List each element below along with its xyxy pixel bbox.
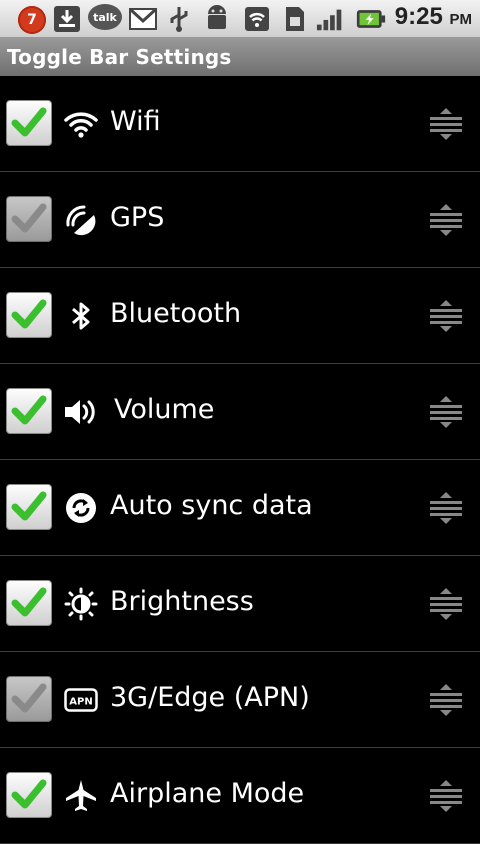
- checkbox[interactable]: [6, 772, 52, 818]
- notification-badge-icon[interactable]: 7: [18, 6, 46, 34]
- battery-charging-icon: [356, 4, 386, 34]
- item-label: 3G/Edge (APN): [110, 682, 310, 713]
- page-title: Toggle Bar Settings: [7, 45, 232, 69]
- sim-icon: [280, 4, 310, 34]
- drag-handle-icon[interactable]: [428, 298, 464, 334]
- brightness-icon: [62, 586, 100, 622]
- checkbox[interactable]: [6, 292, 52, 338]
- title-bar: Toggle Bar Settings: [0, 38, 480, 76]
- toggle-list: Wifi GPS Bluetooth Volume Auto sync data…: [0, 76, 480, 844]
- list-item[interactable]: Brightness: [0, 556, 480, 652]
- checkbox[interactable]: [6, 196, 52, 242]
- list-item[interactable]: Volume: [0, 364, 480, 460]
- item-label: Bluetooth: [110, 298, 242, 329]
- android-debug-icon: [202, 4, 232, 34]
- gps-icon: [62, 202, 100, 238]
- list-item[interactable]: Wifi: [0, 76, 480, 172]
- item-label: Airplane Mode: [110, 778, 305, 809]
- bluetooth-icon: [62, 298, 100, 334]
- list-item[interactable]: APN 3G/Edge (APN): [0, 652, 480, 748]
- gmail-icon: [128, 4, 158, 34]
- drag-handle-icon[interactable]: [428, 586, 464, 622]
- item-label: Auto sync data: [110, 490, 313, 521]
- checkbox[interactable]: [6, 100, 52, 146]
- checkbox[interactable]: [6, 580, 52, 626]
- item-label: Volume: [114, 394, 215, 425]
- talk-icon: talk: [88, 4, 122, 30]
- volume-icon: [62, 394, 100, 430]
- item-label: GPS: [110, 202, 165, 233]
- download-icon: [52, 4, 82, 34]
- list-item[interactable]: Auto sync data: [0, 460, 480, 556]
- status-bar: 7 talk 9:25 PM: [0, 0, 480, 38]
- status-time: 9:25 PM: [395, 3, 472, 31]
- airplane-icon: [62, 778, 100, 814]
- checkbox[interactable]: [6, 676, 52, 722]
- drag-handle-icon[interactable]: [428, 106, 464, 142]
- time-value: 9:25: [394, 3, 443, 30]
- list-item[interactable]: Bluetooth: [0, 268, 480, 364]
- wifi-signal-icon: [242, 4, 272, 34]
- cell-signal-icon: [316, 4, 346, 34]
- item-label: Wifi: [110, 106, 161, 137]
- drag-handle-icon[interactable]: [428, 394, 464, 430]
- list-item[interactable]: Airplane Mode: [0, 748, 480, 844]
- checkbox[interactable]: [6, 388, 52, 434]
- drag-handle-icon[interactable]: [428, 490, 464, 526]
- drag-handle-icon[interactable]: [428, 682, 464, 718]
- list-item[interactable]: GPS: [0, 172, 480, 268]
- checkbox[interactable]: [6, 484, 52, 530]
- svg-text:APN: APN: [69, 697, 92, 708]
- item-label: Brightness: [110, 586, 254, 617]
- apn-icon: APN: [62, 682, 100, 718]
- time-ampm: PM: [449, 11, 473, 28]
- usb-icon: [164, 4, 194, 34]
- drag-handle-icon[interactable]: [428, 202, 464, 238]
- wifi-icon: [62, 106, 100, 142]
- drag-handle-icon[interactable]: [428, 778, 464, 814]
- sync-icon: [62, 490, 100, 526]
